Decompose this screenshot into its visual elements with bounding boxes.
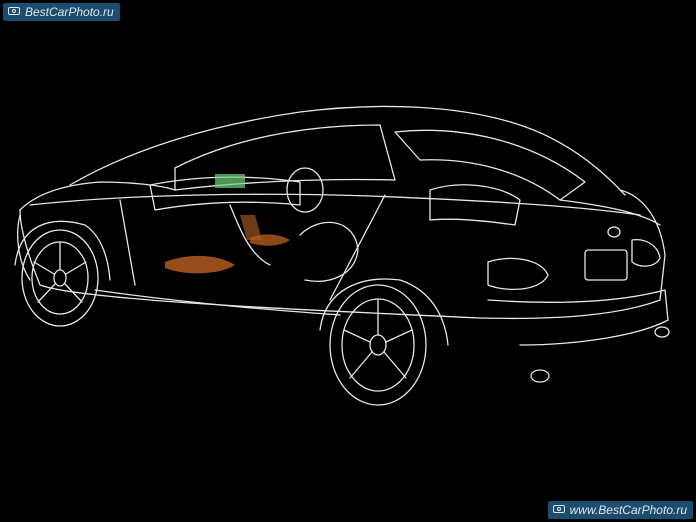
rear-bumper [487, 289, 669, 346]
camera-icon [8, 7, 20, 15]
watermark-top[interactable]: BestCarPhoto.ru [3, 3, 120, 21]
exhaust-left [530, 369, 550, 383]
rear-badge [607, 226, 621, 238]
body-side [19, 189, 666, 320]
front-hub [53, 269, 67, 287]
steering-wheel [286, 167, 324, 213]
rear-seat [429, 184, 521, 226]
watermark-bottom-text: www.BestCarPhoto.ru [569, 503, 687, 517]
watermark-top-text: BestCarPhoto.ru [25, 5, 114, 19]
car-wireframe-image: BestCarPhoto.ru www.BestCarPhoto.ru [0, 0, 696, 522]
tail-light-right [631, 239, 661, 267]
watermark-bottom[interactable]: www.BestCarPhoto.ru [547, 501, 693, 519]
door-opening [119, 194, 386, 301]
tail-light-left [487, 257, 549, 290]
roof-line [69, 105, 626, 196]
exhaust-right [654, 326, 670, 338]
front-seat [299, 221, 359, 282]
license-plate [584, 249, 628, 281]
trunk-lid [559, 199, 661, 226]
camera-icon [552, 505, 565, 513]
infotainment-screen [215, 174, 245, 188]
seat-wood-trim-2 [250, 234, 290, 246]
seat-wood-trim [165, 255, 235, 274]
car-outline-drawing [14, 105, 670, 406]
rocker [94, 289, 341, 316]
